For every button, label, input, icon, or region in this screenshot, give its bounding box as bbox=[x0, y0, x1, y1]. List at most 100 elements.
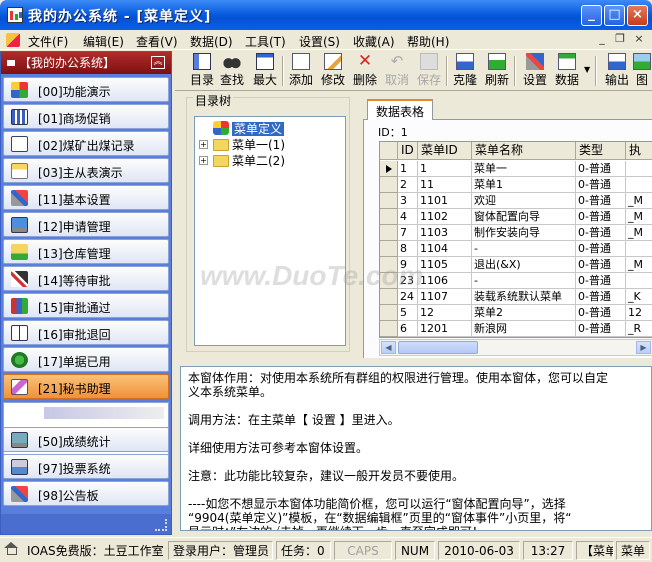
grid-column-header[interactable]: 类型 bbox=[576, 142, 626, 160]
sidebar-item-13[interactable]: [13]仓库管理 bbox=[3, 239, 169, 264]
grid-column-header[interactable]: 执 bbox=[626, 142, 652, 160]
sidebar-item-97[interactable]: [97]投票系统 bbox=[3, 454, 169, 479]
grid-cell[interactable]: 窗体配置向导 bbox=[472, 209, 576, 225]
mdi-close-button[interactable]: × bbox=[631, 32, 647, 47]
grid-cell[interactable]: 1102 bbox=[418, 209, 472, 225]
sidebar-item-01[interactable]: [01]商场促销 bbox=[3, 104, 169, 129]
grid-cell[interactable]: 0-普通 bbox=[576, 257, 626, 273]
grid-cell[interactable]: 0-普通 bbox=[576, 305, 626, 321]
grid-cell[interactable]: 12 bbox=[418, 305, 472, 321]
current-row-indicator-icon[interactable] bbox=[380, 161, 398, 177]
grid-cell[interactable]: 1 bbox=[398, 161, 418, 177]
grid-horizontal-scrollbar[interactable]: ◀ ▶ bbox=[379, 339, 652, 356]
grid-cell[interactable]: 菜单2 bbox=[472, 305, 576, 321]
expand-plus-icon[interactable]: + bbox=[199, 156, 208, 165]
sidebar-item-14[interactable]: [14]等待审批 bbox=[3, 266, 169, 291]
grid-cell[interactable]: 1106 bbox=[418, 273, 472, 289]
pane-splitter[interactable] bbox=[175, 359, 652, 363]
toolbar-export-button[interactable]: 输出 bbox=[600, 53, 634, 89]
grid-cell[interactable]: 退出(&X) bbox=[472, 257, 576, 273]
toolbar-image-button[interactable]: 图 bbox=[631, 53, 652, 89]
maximize-button[interactable]: □ bbox=[604, 5, 625, 26]
grid-cell[interactable]: 1 bbox=[418, 161, 472, 177]
grid-cell[interactable]: 菜单1 bbox=[472, 177, 576, 193]
grid-cell[interactable]: - bbox=[472, 241, 576, 257]
description-textbox[interactable]: 本窗体作用：对使用本系统所有群组的权限进行管理。使用本窗体，您可以自定 义本系统菜… bbox=[180, 366, 652, 531]
grid-cell[interactable]: 新浪网 bbox=[472, 321, 576, 337]
grid-cell[interactable]: 12 bbox=[626, 305, 652, 321]
mdi-restore-button[interactable]: ❐ bbox=[612, 32, 628, 47]
tree-node-root[interactable]: 菜单定义 bbox=[213, 120, 285, 137]
toolbar-delete-button[interactable]: ✕ 删除 bbox=[348, 53, 382, 89]
title-bar[interactable]: 我的办公系统 - [菜单定义] _ □ × bbox=[0, 0, 652, 30]
sidebar-header[interactable]: 【我的办公系统】 ︽ bbox=[1, 52, 171, 74]
grid-cell[interactable]: 4 bbox=[398, 209, 418, 225]
toolbar-add-button[interactable]: 添加 bbox=[284, 53, 318, 89]
sidebar-item-02[interactable]: [02]煤矿出煤记录 bbox=[3, 131, 169, 156]
sidebar-item-00[interactable]: [00]功能演示 bbox=[3, 77, 169, 102]
grid-column-header[interactable]: 菜单ID bbox=[418, 142, 472, 160]
grid-cell[interactable]: _M bbox=[626, 193, 652, 209]
grid-cell[interactable]: 1103 bbox=[418, 225, 472, 241]
tree-node-menu1[interactable]: 菜单一(1) bbox=[213, 136, 285, 153]
grid-cell[interactable]: 0-普通 bbox=[576, 225, 626, 241]
row-indicator[interactable] bbox=[380, 225, 398, 241]
toolbar-data-button[interactable]: 数据 bbox=[550, 53, 584, 89]
menu-view[interactable]: 查看(V) bbox=[136, 33, 178, 50]
row-indicator[interactable] bbox=[380, 209, 398, 225]
grid-cell[interactable]: 0-普通 bbox=[576, 177, 626, 193]
grid-cell[interactable] bbox=[626, 241, 652, 257]
menu-file[interactable]: 文件(F) bbox=[28, 33, 68, 50]
menu-settings[interactable]: 设置(S) bbox=[299, 33, 340, 50]
grid-cell[interactable]: 2 bbox=[398, 177, 418, 193]
grid-cell[interactable]: 0-普通 bbox=[576, 321, 626, 337]
menu-favorites[interactable]: 收藏(A) bbox=[353, 33, 395, 50]
resize-grip-icon[interactable] bbox=[155, 519, 167, 531]
menu-data[interactable]: 数据(D) bbox=[190, 33, 233, 50]
tab-data-grid[interactable]: 数据表格 bbox=[367, 99, 434, 121]
grid-column-header[interactable]: ID bbox=[398, 142, 418, 160]
grid-cell[interactable]: 1101 bbox=[418, 193, 472, 209]
toolbar-save-button[interactable]: 保存 bbox=[412, 53, 446, 89]
grid-cell[interactable]: 0-普通 bbox=[576, 193, 626, 209]
sidebar-item-03[interactable]: [03]主从表演示 bbox=[3, 158, 169, 183]
toolbar-catalog-button[interactable]: 目录 bbox=[185, 53, 219, 89]
grid-cell[interactable]: 1104 bbox=[418, 241, 472, 257]
grid-cell[interactable] bbox=[626, 161, 652, 177]
sidebar-item-15[interactable]: [15]审批通过 bbox=[3, 293, 169, 318]
document-menu-icon[interactable] bbox=[6, 33, 20, 47]
grid-cell[interactable]: 6 bbox=[398, 321, 418, 337]
sidebar-item-21[interactable]: [21]秘书助理 bbox=[3, 374, 169, 399]
grid-cell[interactable]: 欢迎 bbox=[472, 193, 576, 209]
grid-cell[interactable] bbox=[626, 177, 652, 193]
grid-cell[interactable]: 制作安装向导 bbox=[472, 225, 576, 241]
grid-cell[interactable]: _K bbox=[626, 289, 652, 305]
grid-cell[interactable]: 7 bbox=[398, 225, 418, 241]
grid-cell[interactable]: 0-普通 bbox=[576, 241, 626, 257]
grid-cell[interactable]: _M bbox=[626, 257, 652, 273]
toolbar-maximize-button[interactable]: 最大 bbox=[248, 53, 282, 89]
grid-cell[interactable]: 菜单一 bbox=[472, 161, 576, 177]
toolbar-edit-button[interactable]: 修改 bbox=[316, 53, 350, 89]
grid-cell[interactable]: 1201 bbox=[418, 321, 472, 337]
grid-cell[interactable]: 0-普通 bbox=[576, 161, 626, 177]
close-button[interactable]: × bbox=[627, 5, 648, 26]
sidebar-item-50[interactable]: [50]成绩统计 bbox=[3, 427, 169, 452]
row-indicator[interactable] bbox=[380, 177, 398, 193]
sidebar-item-12[interactable]: [12]申请管理 bbox=[3, 212, 169, 237]
grid-cell[interactable]: 0-普通 bbox=[576, 289, 626, 305]
data-grid[interactable]: ID 菜单ID 菜单名称 类型执 1 1 菜单一 0-普通 2 11 菜单1 0-普通 3 1101 欢迎 0… bbox=[379, 141, 652, 338]
grid-cell[interactable]: _R bbox=[626, 321, 652, 337]
grid-cell[interactable]: - bbox=[472, 273, 576, 289]
sidebar-item-16[interactable]: [16]审批退回 bbox=[3, 320, 169, 345]
toolbar-clone-button[interactable]: 克隆 bbox=[448, 53, 482, 89]
data-dropdown-chevron-icon[interactable]: ▼ bbox=[584, 65, 590, 74]
toolbar-settings-button[interactable]: 设置 bbox=[518, 53, 552, 89]
tree-node-menu2[interactable]: 菜单二(2) bbox=[213, 152, 285, 169]
menu-tools[interactable]: 工具(T) bbox=[245, 33, 286, 50]
grid-cell[interactable] bbox=[626, 273, 652, 289]
scroll-right-icon[interactable]: ▶ bbox=[636, 341, 651, 354]
grid-cell[interactable]: 1105 bbox=[418, 257, 472, 273]
grid-cell[interactable]: 11 bbox=[418, 177, 472, 193]
sidebar-item-11[interactable]: [11]基本设置 bbox=[3, 185, 169, 210]
